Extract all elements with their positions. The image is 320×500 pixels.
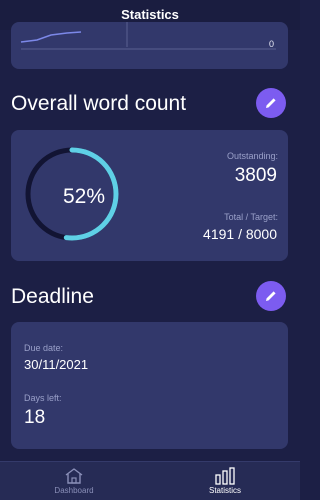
history-chart-card: 0 (11, 22, 288, 69)
days-left-value: 18 (24, 407, 46, 428)
tab-dashboard[interactable]: Dashboard (24, 462, 124, 500)
outstanding-label: Outstanding: (226, 151, 278, 161)
edit-deadline-button[interactable] (256, 281, 286, 311)
total-target-label: Total / Target: (224, 212, 278, 222)
deadline-heading: Deadline (11, 285, 94, 308)
bar-chart-icon (215, 467, 235, 485)
due-date-label: Due date: (24, 343, 64, 353)
due-date-value: 30/11/2021 (24, 357, 89, 372)
word-count-heading: Overall word count (11, 92, 187, 115)
deadline-card: Due date: 30/11/2021 Days left: 18 (11, 322, 288, 449)
edit-word-count-button[interactable] (256, 88, 286, 118)
word-count-card: 52% Outstanding: 3809 Total / Target: 41… (11, 130, 288, 261)
pencil-icon (266, 98, 276, 108)
tab-statistics-label: Statistics (208, 486, 241, 495)
history-chart-value: 0 (268, 39, 274, 49)
history-line-chart (20, 22, 276, 50)
outstanding-value: 3809 (234, 165, 277, 186)
tab-statistics[interactable]: Statistics (175, 462, 275, 500)
days-left-label: Days left: (24, 393, 62, 403)
pencil-icon (266, 291, 276, 301)
total-target-value: 4191 / 8000 (203, 226, 277, 242)
bottom-tab-bar: Dashboard Statistics (0, 461, 300, 500)
tab-dashboard-label: Dashboard (54, 486, 94, 495)
history-line (20, 31, 82, 43)
home-icon (65, 468, 83, 484)
page-title: Statistics (121, 7, 179, 22)
progress-percent: 52% (62, 185, 106, 208)
